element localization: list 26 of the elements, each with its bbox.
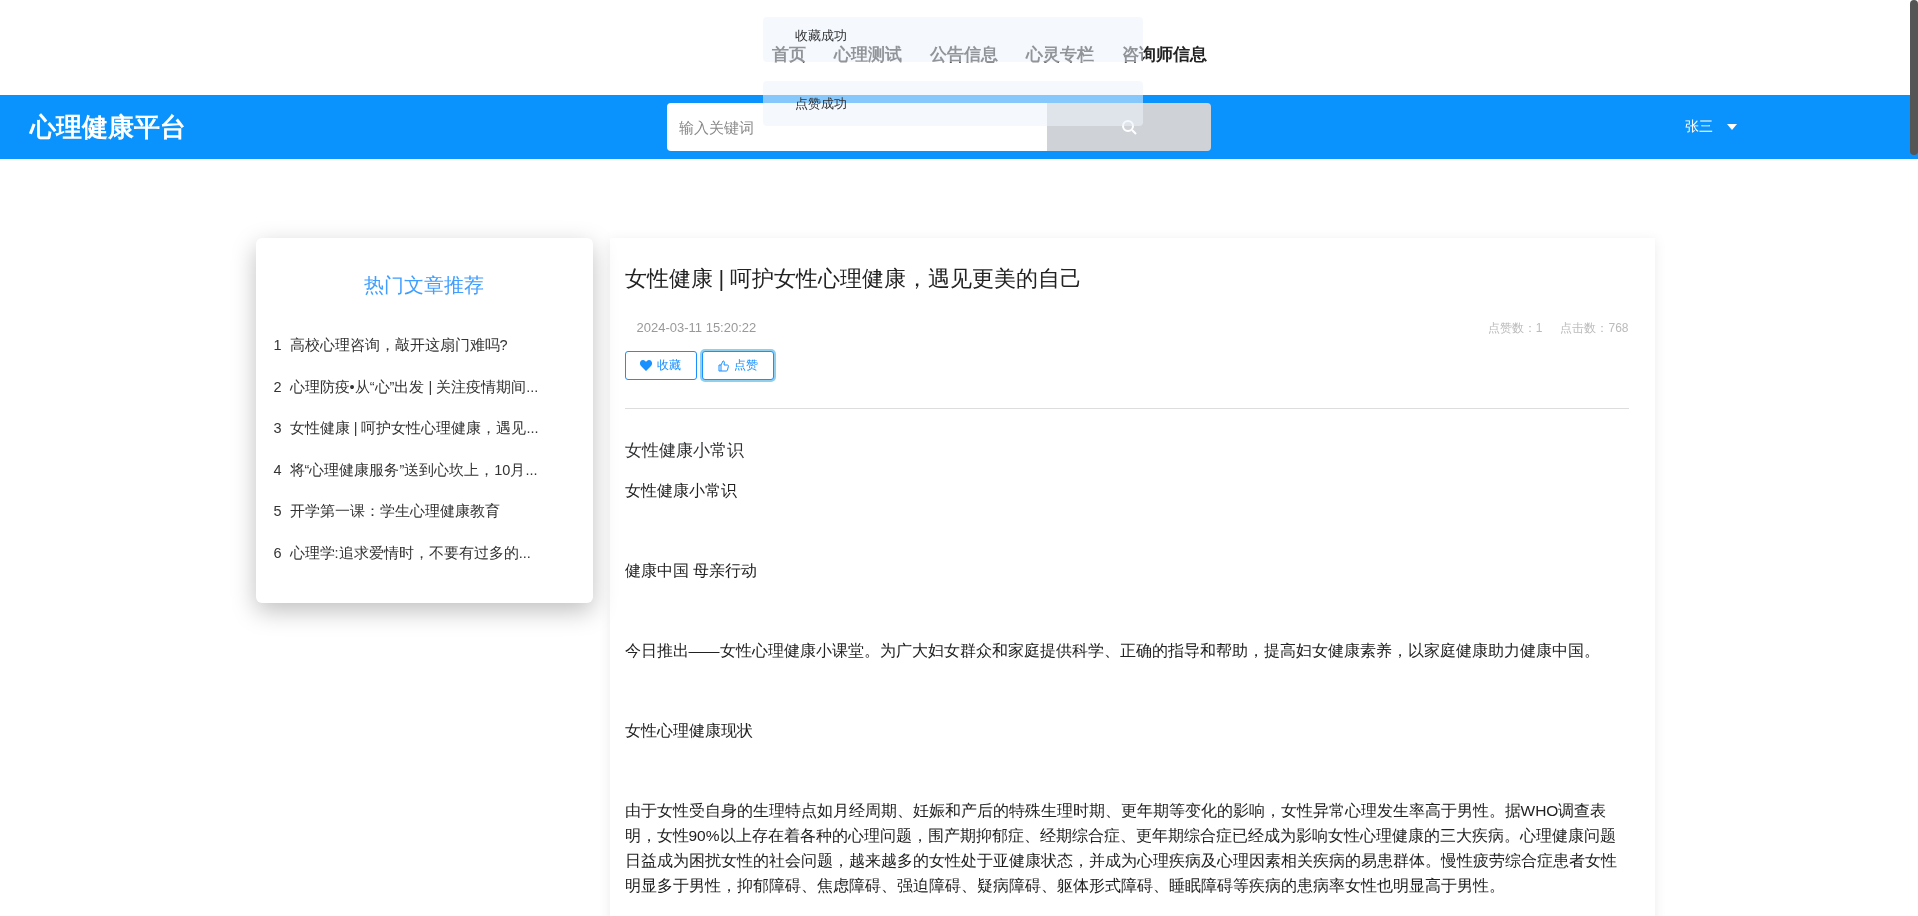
article-paragraph: 女性心理健康现状: [624, 721, 754, 741]
section-heading: 女性健康小常识: [624, 440, 745, 462]
article-link[interactable]: 3 女性健康 | 呵护女性心理健康，遇见...: [273, 408, 539, 450]
like-count: 点赞数：1: [1487, 320, 1543, 337]
scrollbar[interactable]: [1910, 0, 1918, 155]
article-link[interactable]: 2 心理防疫•从“心”出发 | 关注疫情期间...: [273, 366, 539, 408]
article-paragraph: 由于女性受自身的生理特点如月经周期、妊娠和产后的特殊生理时期、更年期等变化的影响，女性异常心理发生率高于男性。据WHO调查表明，女性90%以上存在着各种的心理问题，围产期抑郁症、经期综合症、更年期综合症已经成为影响女性心理健康的三大疾病。心理健康问题日益成为困扰女性的社会问题，越来越多的女性处于亚健康状态，并成为心理疾病及心理因素相关疾病的易患群体。慢性疲劳综合症患者女性明显多于男性，抑郁障碍、焦虑障碍、强迫障碍、疑病障碍、躯体形式障碍、睡眠障碍等疾病的患病率女性也明显高于男性。: [624, 801, 1618, 896]
article-link[interactable]: 5 开学第一课：学生心理健康教育: [273, 491, 500, 533]
toast-message: 点赞成功: [763, 81, 1143, 126]
article-title: 女性健康 | 呵护女性心理健康，遇见更美的自己: [624, 265, 1084, 293]
search-button[interactable]: [1047, 103, 1211, 151]
click-count: 点击数：768: [1560, 320, 1629, 337]
nav-link[interactable]: 咨询师信息: [1121, 43, 1207, 66]
search-icon: [1121, 119, 1137, 135]
article-paragraph: 今日推出——女性心理健康小课堂。为广大妇女群众和家庭提供科学、正确的指导和帮助，提高妇女健康素养，以家庭健康助力健康中国。: [624, 641, 1601, 661]
publish-date: 2024-03-11 15:20:22: [636, 320, 757, 337]
sidebar-title: 热门文章推荐: [364, 273, 484, 298]
site-logo: 心理健康平台: [30, 110, 187, 144]
caret-icon: [1727, 124, 1737, 130]
article-link[interactable]: 6 心理学:追求爱情时，不要有过多的...: [273, 532, 531, 574]
article-paragraph: 健康中国 母亲行动: [624, 561, 758, 581]
article-link[interactable]: 1 高校心理咨询，敲开这扇门难吗?: [273, 325, 508, 367]
heart-icon: [640, 360, 652, 371]
thumbs-up-icon: [717, 359, 729, 372]
article-link[interactable]: 4 将“心理健康服务”送到心坎上，10月...: [273, 449, 538, 491]
article-paragraph: 女性健康小常识: [624, 481, 738, 501]
